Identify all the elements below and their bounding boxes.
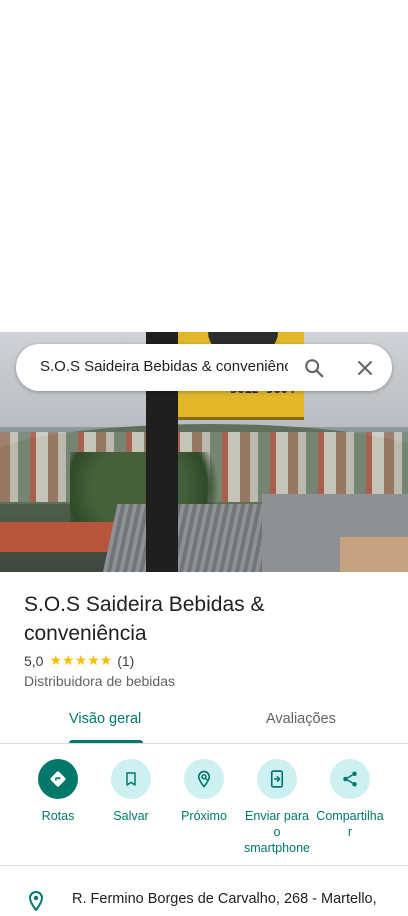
search-icon[interactable]	[300, 354, 328, 382]
photo-roof-red	[0, 522, 125, 552]
send-to-phone-button[interactable]: Enviar para o smartphone	[237, 759, 317, 856]
star-rating-icon: ★★★★★	[49, 653, 113, 669]
send-label-line-2: o	[273, 825, 281, 839]
place-category: Distribuidora de bebidas	[24, 673, 175, 689]
bookmark-icon	[111, 759, 151, 799]
share-label-line-1: Compartilha	[316, 809, 384, 823]
send-to-phone-label: Enviar para o smartphone	[237, 808, 317, 856]
review-count: (1)	[117, 653, 135, 669]
section-divider	[0, 865, 408, 866]
rating-row[interactable]: 5,0 ★★★★★ (1)	[24, 652, 134, 670]
directions-icon	[38, 759, 78, 799]
photo-roof-grey	[102, 504, 278, 572]
share-label-line-2: r	[347, 825, 353, 839]
tabs-divider	[0, 743, 408, 744]
send-label-line-1: Enviar para	[245, 809, 309, 823]
tab-overview[interactable]: Visão geral	[69, 711, 141, 727]
share-button[interactable]: Compartilha r	[310, 759, 390, 840]
send-to-phone-icon	[257, 759, 297, 799]
nearby-button[interactable]: Próximo	[164, 759, 244, 824]
place-title: S.O.S Saideira Bebidas & conveniência	[24, 593, 265, 645]
search-bar[interactable]: S.O.S Saideira Bebidas & conveniênc	[16, 344, 392, 391]
photo-wall-2	[340, 537, 408, 572]
rating-value: 5,0	[24, 653, 44, 669]
directions-label: Rotas	[41, 809, 75, 823]
close-icon[interactable]	[351, 354, 379, 382]
send-label-line-3: smartphone	[243, 841, 310, 855]
tab-reviews[interactable]: Avaliações	[266, 711, 336, 727]
save-button[interactable]: Salvar	[91, 759, 171, 824]
search-input[interactable]: S.O.S Saideira Bebidas & conveniênc	[40, 358, 288, 378]
nearby-label: Próximo	[181, 809, 227, 823]
directions-button[interactable]: Rotas	[18, 759, 98, 824]
share-icon	[330, 759, 370, 799]
address-text[interactable]: R. Fermino Borges de Carvalho, 268 - Mar…	[72, 891, 377, 907]
map-area[interactable]	[0, 0, 408, 332]
share-label: Compartilha r	[310, 808, 390, 840]
nearby-icon	[184, 759, 224, 799]
save-label: Salvar	[113, 809, 149, 823]
